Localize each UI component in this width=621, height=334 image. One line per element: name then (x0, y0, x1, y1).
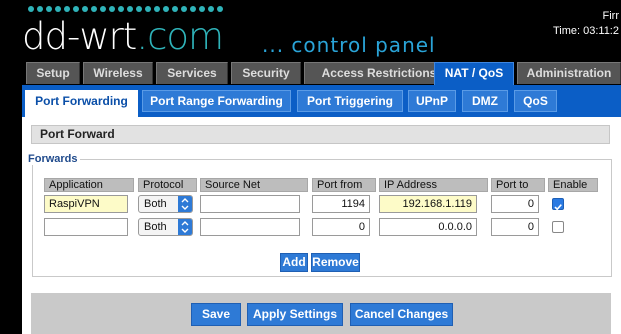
tab-nat-qos[interactable]: NAT / QoS (434, 62, 514, 86)
port-to-input[interactable]: 0 (491, 218, 539, 236)
header-application: Application (44, 178, 134, 192)
tab-setup[interactable]: Setup (26, 62, 80, 84)
control-panel-subtitle: ... control panel (262, 33, 436, 57)
tab-wireless[interactable]: Wireless (83, 62, 153, 84)
protocol-select[interactable]: Both (138, 218, 193, 236)
time-label: Time: 03:11:2 (552, 25, 619, 37)
protocol-select-value: Both (144, 198, 167, 210)
header-source-net: Source Net (200, 178, 308, 192)
source-net-input[interactable] (200, 195, 300, 213)
select-arrows-icon (178, 219, 192, 235)
application-input[interactable] (44, 218, 128, 236)
subtab-dmz[interactable]: DMZ (462, 90, 508, 112)
subtab-qos[interactable]: QoS (514, 90, 557, 112)
sub-tab-bar: Port Forwarding Port Range Forwarding Po… (22, 85, 621, 117)
apply-settings-button[interactable]: Apply Settings (247, 303, 343, 326)
tab-security[interactable]: Security (231, 62, 301, 84)
port-from-input[interactable]: 1194 (312, 195, 370, 213)
add-button[interactable]: Add (280, 253, 308, 272)
ip-address-input[interactable]: 0.0.0.0 (379, 218, 477, 236)
header-port-to: Port to (491, 178, 545, 192)
forwards-legend: Forwards (26, 153, 80, 165)
section-title: Port Forward (31, 125, 610, 144)
enable-checkbox[interactable] (552, 198, 564, 211)
logo-main: dd-wrt (22, 15, 137, 58)
source-net-input[interactable] (200, 218, 300, 236)
action-bar: Save Apply Settings Cancel Changes (31, 293, 611, 334)
application-input[interactable]: RaspiVPN (44, 195, 128, 213)
select-arrows-icon (178, 196, 192, 212)
remove-button[interactable]: Remove (311, 253, 360, 272)
save-button[interactable]: Save (191, 303, 241, 326)
port-to-input[interactable]: 0 (491, 195, 539, 213)
header-protocol: Protocol (138, 178, 197, 192)
cancel-changes-button[interactable]: Cancel Changes (350, 303, 453, 326)
tab-access-restrictions[interactable]: Access Restrictions (304, 62, 454, 84)
protocol-select-value: Both (144, 221, 167, 233)
tab-administration[interactable]: Administration (517, 62, 621, 84)
checkmark-icon (554, 204, 562, 211)
port-from-input[interactable]: 0 (312, 218, 370, 236)
subtab-port-forwarding[interactable]: Port Forwarding (25, 90, 138, 117)
protocol-select[interactable]: Both (138, 195, 193, 213)
logo: dd-wrt.com (22, 15, 224, 58)
header: dd-wrt.com ... control panel Firr Time: … (0, 0, 621, 60)
firmware-label: Firr (602, 10, 620, 22)
subtab-upnp[interactable]: UPnP (408, 90, 456, 112)
logo-dots (28, 6, 228, 12)
subtab-port-triggering[interactable]: Port Triggering (297, 90, 403, 112)
enable-checkbox[interactable] (552, 221, 564, 233)
header-ip-address: IP Address (379, 178, 488, 192)
tab-services[interactable]: Services (156, 62, 228, 84)
subtab-port-range-forwarding[interactable]: Port Range Forwarding (142, 90, 291, 112)
logo-suffix: .com (136, 15, 224, 58)
content-panel: Port Forward Forwards Application Protoc… (22, 117, 621, 334)
header-enable: Enable (548, 178, 598, 192)
ip-address-input[interactable]: 192.168.1.119 (379, 195, 477, 213)
header-port-from: Port from (312, 178, 376, 192)
